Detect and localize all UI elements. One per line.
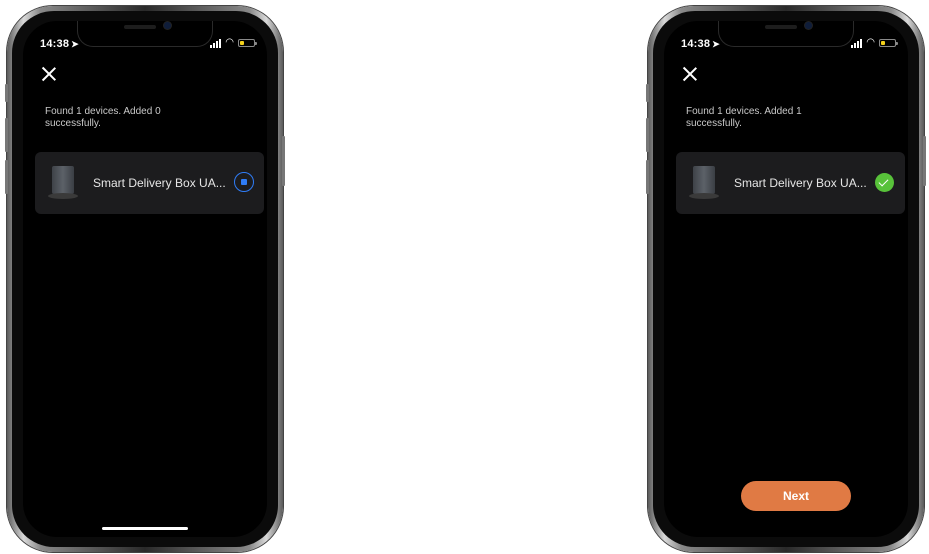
phone-bezel: 14:38 ➤ ◠ Found 1 devices. Added 1 succes… [653, 11, 919, 547]
phone-bezel: 14:38 ➤ ◠ Found 1 devices. Added 0 succes… [12, 11, 278, 547]
status-bar-icons: ◠ [851, 37, 898, 48]
volume-up-button [5, 118, 8, 152]
device-list-item[interactable]: Smart Delivery Box UA... [676, 152, 905, 214]
delivery-box-image [48, 166, 78, 202]
delivery-box-image [689, 166, 719, 202]
volume-up-button [646, 118, 649, 152]
signal-icon [851, 38, 863, 48]
mute-switch [646, 84, 649, 102]
earpiece-speaker [124, 25, 156, 29]
status-bar-icons: ◠ [210, 37, 257, 48]
discovery-status-text: Found 1 devices. Added 0 successfully. [45, 106, 161, 129]
battery-icon [238, 39, 257, 47]
close-icon[interactable] [682, 66, 698, 82]
app-screen-added: 14:38 ➤ ◠ Found 1 devices. Added 1 succes… [664, 21, 908, 537]
earpiece-speaker [765, 25, 797, 29]
phone-frame-right: 14:38 ➤ ◠ Found 1 devices. Added 1 succes… [646, 6, 926, 552]
home-indicator[interactable] [102, 527, 188, 530]
stop-spinner-icon[interactable] [234, 172, 254, 192]
location-arrow-icon: ➤ [71, 39, 79, 49]
status-bar-time: 14:38 ➤ [681, 38, 720, 50]
phone-frame-left: 14:38 ➤ ◠ Found 1 devices. Added 0 succes… [5, 6, 285, 552]
volume-down-button [646, 160, 649, 194]
close-icon[interactable] [41, 66, 57, 82]
location-arrow-icon: ➤ [712, 39, 720, 49]
next-button[interactable]: Next [741, 481, 851, 511]
device-name: Smart Delivery Box UA... [93, 176, 226, 190]
power-button [282, 136, 285, 186]
notch [77, 21, 213, 47]
check-circle-icon [875, 173, 894, 192]
app-screen-pairing: 14:38 ➤ ◠ Found 1 devices. Added 0 succes… [23, 21, 267, 537]
wifi-icon: ◠ [225, 37, 234, 48]
discovery-status-text: Found 1 devices. Added 1 successfully. [686, 106, 802, 129]
front-camera [164, 22, 171, 29]
device-name: Smart Delivery Box UA... [734, 176, 867, 190]
mute-switch [5, 84, 8, 102]
power-button [923, 136, 926, 186]
wifi-icon: ◠ [866, 37, 875, 48]
device-list-item[interactable]: Smart Delivery Box UA... [35, 152, 264, 214]
front-camera [805, 22, 812, 29]
status-bar-time: 14:38 ➤ [40, 38, 79, 50]
signal-icon [210, 38, 222, 48]
notch [718, 21, 854, 47]
volume-down-button [5, 160, 8, 194]
battery-icon [879, 39, 898, 47]
